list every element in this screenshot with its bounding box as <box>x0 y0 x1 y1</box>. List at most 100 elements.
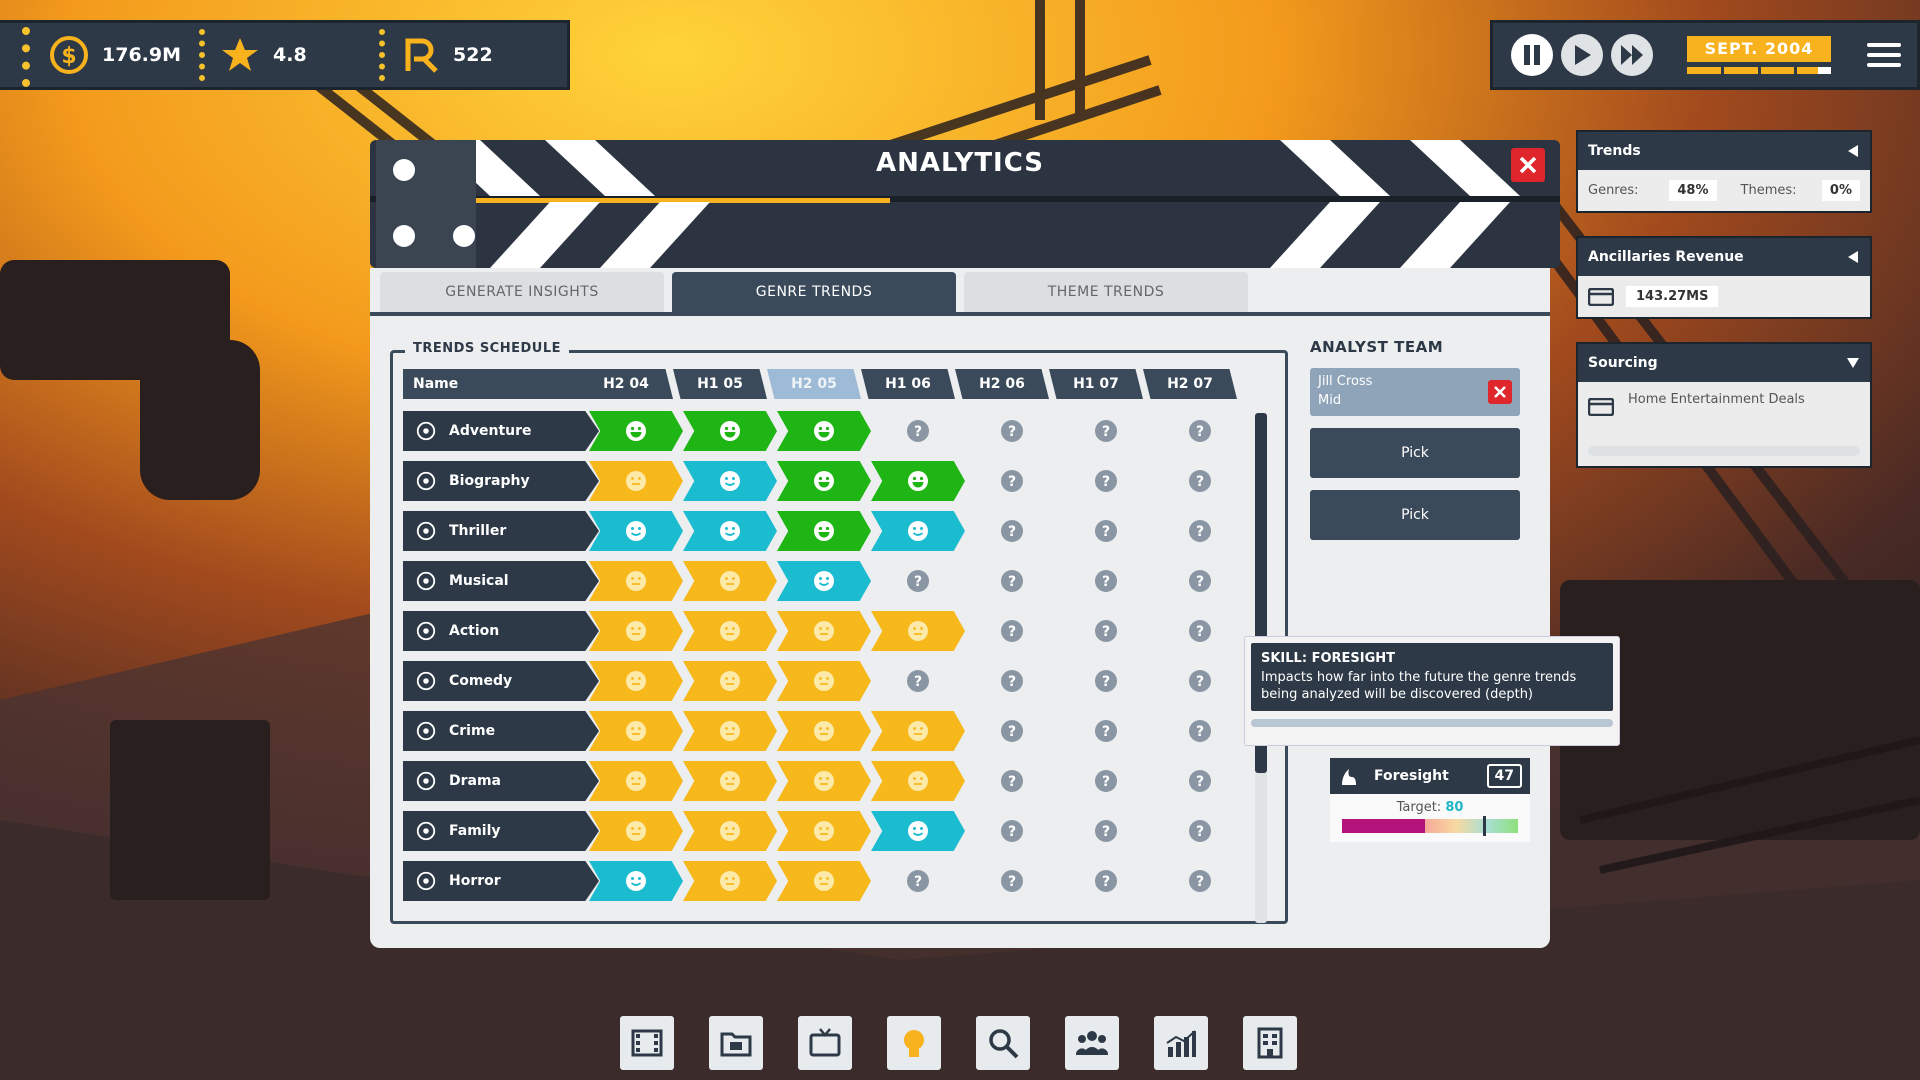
column-header-period[interactable]: H2 07 <box>1143 369 1237 399</box>
pick-analyst-button-2[interactable]: Pick <box>1310 490 1520 540</box>
toolbar-search-button[interactable] <box>976 1016 1030 1070</box>
trend-unknown-cell[interactable]: ? <box>1059 611 1153 651</box>
column-header-period[interactable]: H2 06 <box>955 369 1049 399</box>
toolbar-analytics-button[interactable] <box>887 1016 941 1070</box>
trend-neutral-cell[interactable] <box>777 611 871 651</box>
trend-unknown-cell[interactable]: ? <box>965 661 1059 701</box>
trend-unknown-cell[interactable]: ? <box>1153 661 1247 701</box>
trend-great-cell[interactable] <box>777 511 871 551</box>
trend-good-cell[interactable] <box>589 511 683 551</box>
pick-analyst-button-1[interactable]: Pick <box>1310 428 1520 478</box>
trend-unknown-cell[interactable]: ? <box>1059 661 1153 701</box>
fast-forward-button[interactable] <box>1611 34 1653 76</box>
trend-unknown-cell[interactable]: ? <box>871 661 965 701</box>
trend-great-cell[interactable] <box>683 411 777 451</box>
genre-name-cell[interactable]: Action <box>403 611 599 651</box>
trend-good-cell[interactable] <box>871 811 965 851</box>
trend-great-cell[interactable] <box>777 461 871 501</box>
genre-name-cell[interactable]: Drama <box>403 761 599 801</box>
column-header-period[interactable]: H1 06 <box>861 369 955 399</box>
trend-good-cell[interactable] <box>683 511 777 551</box>
trends-panel-header[interactable]: Trends <box>1578 132 1870 170</box>
trend-neutral-cell[interactable] <box>589 711 683 751</box>
foresight-skill[interactable]: Foresight 47 Target: 80 <box>1330 758 1530 842</box>
column-header-period[interactable]: H1 07 <box>1049 369 1143 399</box>
analyst-member[interactable]: Jill Cross Mid <box>1310 368 1520 416</box>
trend-unknown-cell[interactable]: ? <box>1059 711 1153 751</box>
trend-unknown-cell[interactable]: ? <box>1153 761 1247 801</box>
column-header-period[interactable]: H1 05 <box>673 369 767 399</box>
trend-unknown-cell[interactable]: ? <box>1153 461 1247 501</box>
trend-neutral-cell[interactable] <box>777 661 871 701</box>
trend-unknown-cell[interactable]: ? <box>871 561 965 601</box>
trend-unknown-cell[interactable]: ? <box>1153 411 1247 451</box>
play-button[interactable] <box>1561 34 1603 76</box>
toolbar-tv-button[interactable] <box>798 1016 852 1070</box>
sourcing-panel-header[interactable]: Sourcing <box>1578 344 1870 382</box>
trend-unknown-cell[interactable]: ? <box>1153 811 1247 851</box>
pause-button[interactable] <box>1511 34 1553 76</box>
trend-neutral-cell[interactable] <box>589 661 683 701</box>
trend-unknown-cell[interactable]: ? <box>1153 561 1247 601</box>
trend-great-cell[interactable] <box>777 411 871 451</box>
trend-neutral-cell[interactable] <box>589 461 683 501</box>
trend-unknown-cell[interactable]: ? <box>1153 511 1247 551</box>
trend-unknown-cell[interactable]: ? <box>1059 861 1153 901</box>
genre-name-cell[interactable]: Family <box>403 811 599 851</box>
trend-unknown-cell[interactable]: ? <box>1153 861 1247 901</box>
trend-unknown-cell[interactable]: ? <box>965 811 1059 851</box>
trend-unknown-cell[interactable]: ? <box>1153 711 1247 751</box>
trend-unknown-cell[interactable]: ? <box>965 561 1059 601</box>
trend-unknown-cell[interactable]: ? <box>965 761 1059 801</box>
trend-neutral-cell[interactable] <box>683 811 777 851</box>
trend-unknown-cell[interactable]: ? <box>1059 511 1153 551</box>
trend-great-cell[interactable] <box>589 411 683 451</box>
trend-neutral-cell[interactable] <box>683 761 777 801</box>
trend-neutral-cell[interactable] <box>871 611 965 651</box>
trend-good-cell[interactable] <box>683 461 777 501</box>
toolbar-scripts-button[interactable] <box>709 1016 763 1070</box>
trend-neutral-cell[interactable] <box>589 611 683 651</box>
trend-neutral-cell[interactable] <box>777 711 871 751</box>
toolbar-studio-button[interactable] <box>1243 1016 1297 1070</box>
trend-neutral-cell[interactable] <box>871 761 965 801</box>
rating-display[interactable]: 4.8 <box>199 23 379 87</box>
trend-good-cell[interactable] <box>777 561 871 601</box>
trend-neutral-cell[interactable] <box>683 611 777 651</box>
trend-unknown-cell[interactable]: ? <box>1059 761 1153 801</box>
trend-neutral-cell[interactable] <box>683 661 777 701</box>
trend-neutral-cell[interactable] <box>683 711 777 751</box>
genre-name-cell[interactable]: Comedy <box>403 661 599 701</box>
trend-unknown-cell[interactable]: ? <box>965 411 1059 451</box>
column-header-period[interactable]: H2 04 <box>579 369 673 399</box>
trend-neutral-cell[interactable] <box>683 561 777 601</box>
toolbar-staff-button[interactable] <box>1065 1016 1119 1070</box>
influence-display[interactable]: 522 <box>379 23 511 87</box>
genre-name-cell[interactable]: Thriller <box>403 511 599 551</box>
toolbar-stats-button[interactable] <box>1154 1016 1208 1070</box>
close-button[interactable] <box>1511 148 1545 182</box>
main-menu-button[interactable] <box>1867 43 1901 67</box>
trend-unknown-cell[interactable]: ? <box>965 611 1059 651</box>
trend-neutral-cell[interactable] <box>683 861 777 901</box>
ancillaries-panel-header[interactable]: Ancillaries Revenue <box>1578 238 1870 276</box>
trend-unknown-cell[interactable]: ? <box>1059 561 1153 601</box>
trend-unknown-cell[interactable]: ? <box>965 511 1059 551</box>
trend-unknown-cell[interactable]: ? <box>1059 811 1153 851</box>
trend-neutral-cell[interactable] <box>777 761 871 801</box>
trend-neutral-cell[interactable] <box>777 861 871 901</box>
tab-genre-trends[interactable]: GENRE TRENDS <box>672 272 956 312</box>
tab-generate-insights[interactable]: GENERATE INSIGHTS <box>380 272 664 312</box>
trend-neutral-cell[interactable] <box>589 561 683 601</box>
trend-unknown-cell[interactable]: ? <box>965 861 1059 901</box>
trend-unknown-cell[interactable]: ? <box>1059 411 1153 451</box>
genre-name-cell[interactable]: Adventure <box>403 411 599 451</box>
genre-name-cell[interactable]: Horror <box>403 861 599 901</box>
toolbar-productions-button[interactable] <box>620 1016 674 1070</box>
trend-neutral-cell[interactable] <box>871 711 965 751</box>
tab-theme-trends[interactable]: THEME TRENDS <box>964 272 1248 312</box>
trend-good-cell[interactable] <box>871 511 965 551</box>
genre-name-cell[interactable]: Biography <box>403 461 599 501</box>
trend-unknown-cell[interactable]: ? <box>871 411 965 451</box>
trend-unknown-cell[interactable]: ? <box>1059 461 1153 501</box>
